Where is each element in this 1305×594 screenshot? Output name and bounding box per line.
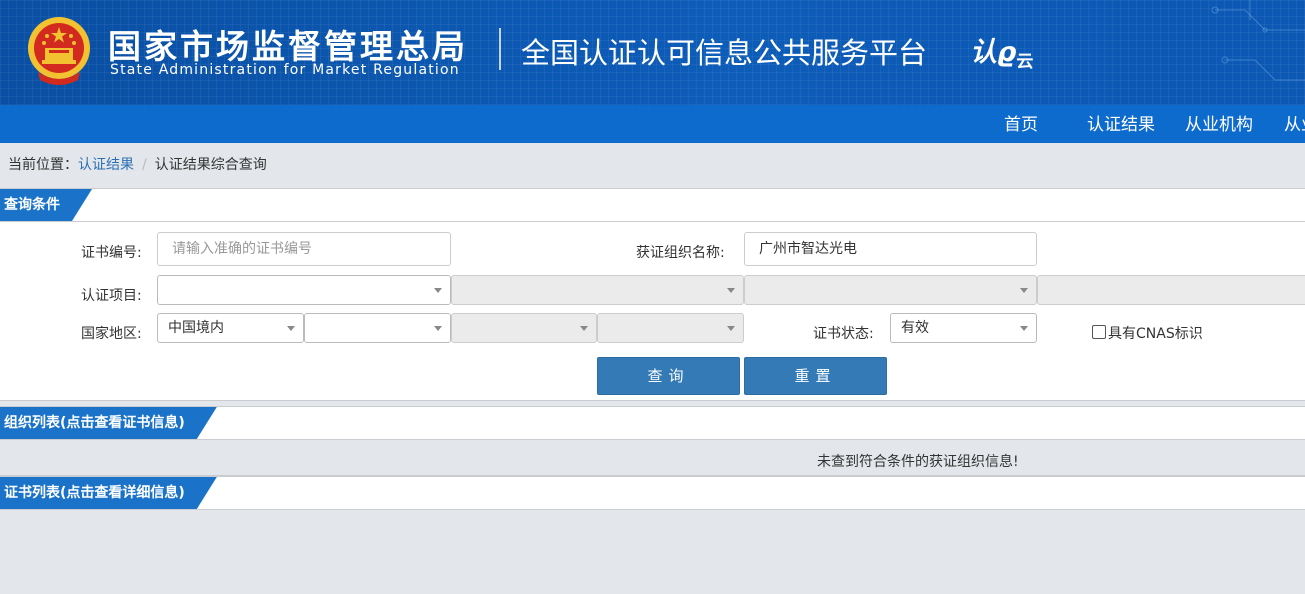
- region-select-country[interactable]: 中国境内: [157, 313, 304, 343]
- breadcrumb-prefix: 当前位置：: [8, 157, 78, 173]
- reset-button[interactable]: 重置: [744, 357, 887, 395]
- org-name-input[interactable]: 广州市智达光电: [744, 232, 1037, 266]
- org-name-cn: 国家市场监督管理总局: [108, 27, 468, 66]
- project-select-1[interactable]: [157, 275, 451, 305]
- chevron-down-icon: [434, 288, 442, 293]
- chevron-down-icon: [580, 326, 588, 331]
- project-select-3: [744, 275, 1037, 305]
- query-section-header: 查询条件: [0, 188, 1305, 222]
- project-select-2: [451, 275, 744, 305]
- header-banner: 国家市场监督管理总局 State Administration for Mark…: [0, 0, 1305, 105]
- breadcrumb: 当前位置：认证结果 / 认证结果综合查询: [8, 154, 267, 174]
- logo-swirl-icon: ϱ: [997, 37, 1017, 68]
- breadcrumb-current: 认证结果综合查询: [154, 157, 267, 173]
- main-nav: 首页 认证结果 从业机构 从业: [0, 105, 1305, 143]
- nav-home[interactable]: 首页: [1004, 105, 1038, 143]
- region-select-city: [451, 313, 597, 343]
- chevron-down-icon: [727, 288, 735, 293]
- org-list-result: 未查到符合条件的获证组织信息!: [0, 443, 1305, 476]
- status-select-value: 有效: [901, 320, 929, 336]
- query-form: 证书编号: 获证组织名称: 广州市智达光电 认证项目: 国家地区: 中国境内 证…: [0, 222, 1305, 401]
- search-button[interactable]: 查询: [597, 357, 740, 395]
- national-emblem-icon: [28, 17, 90, 85]
- org-list-empty-message: 未查到符合条件的获证组织信息!: [817, 454, 1019, 470]
- project-select-4: [1037, 275, 1305, 305]
- chevron-down-icon: [1020, 288, 1028, 293]
- renyun-logo: 认ϱ云: [970, 30, 1033, 72]
- project-label: 认证项目:: [81, 288, 142, 304]
- platform-title: 全国认证认可信息公共服务平台: [521, 36, 928, 70]
- chevron-down-icon: [727, 326, 735, 331]
- region-select-province[interactable]: [304, 313, 451, 343]
- header-divider: [499, 28, 501, 70]
- cnas-label: 具有CNAS标识: [1108, 326, 1203, 342]
- logo-text-yun: 云: [1016, 52, 1034, 72]
- cnas-checkbox-group: 具有CNAS标识: [1092, 323, 1203, 343]
- nav-practitioners[interactable]: 从业: [1284, 105, 1305, 143]
- cert-list-header: 证书列表(点击查看详细信息): [0, 476, 1305, 510]
- region-select-value: 中国境内: [168, 320, 224, 336]
- cert-no-input[interactable]: [157, 232, 451, 266]
- org-name-label: 获证组织名称:: [636, 245, 725, 261]
- status-select[interactable]: 有效: [890, 313, 1037, 343]
- org-list-header: 组织列表(点击查看证书信息): [0, 406, 1305, 440]
- region-label: 国家地区:: [81, 326, 142, 342]
- nav-cert-results[interactable]: 认证结果: [1087, 105, 1155, 143]
- breadcrumb-link[interactable]: 认证结果: [78, 157, 134, 173]
- org-name-en: State Administration for Market Regulati…: [110, 62, 460, 78]
- region-select-district: [597, 313, 744, 343]
- chevron-down-icon: [434, 326, 442, 331]
- chevron-down-icon: [287, 326, 295, 331]
- query-section-title: 查询条件: [0, 189, 92, 221]
- cnas-checkbox[interactable]: [1092, 325, 1106, 339]
- status-label: 证书状态:: [813, 326, 874, 342]
- breadcrumb-separator: /: [142, 157, 147, 173]
- org-list-title: 组织列表(点击查看证书信息): [0, 407, 217, 439]
- cert-list-title: 证书列表(点击查看详细信息): [0, 477, 217, 509]
- circuit-decoration-icon: [1211, 0, 1305, 81]
- cert-no-label: 证书编号:: [81, 245, 142, 261]
- logo-text: 认: [970, 37, 997, 68]
- chevron-down-icon: [1020, 326, 1028, 331]
- nav-institutions[interactable]: 从业机构: [1185, 105, 1253, 143]
